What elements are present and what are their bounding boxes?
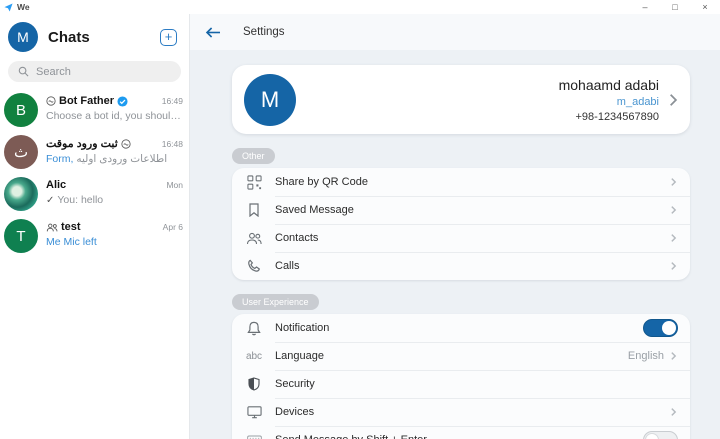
chat-name: ثبت ورود موقت [46, 137, 118, 150]
chevron-right-icon [669, 407, 678, 417]
menu-item-calls[interactable]: Calls [232, 252, 690, 280]
new-chat-button[interactable]: + [160, 29, 177, 46]
menu-item-send-shortcut[interactable]: Send Message by Shift + Enter [232, 426, 690, 439]
settings-panel: Settings M mohaamd adabi m_adabi +98-123… [190, 14, 720, 439]
minimize-button[interactable]: – [630, 0, 660, 14]
chat-name: Bot Father [59, 95, 114, 107]
profile-avatar: M [244, 74, 296, 126]
back-arrow-icon[interactable] [205, 26, 221, 39]
keyboard-icon [245, 435, 263, 439]
window-titlebar: We – □ × [0, 0, 720, 14]
chat-item-test[interactable]: T test Apr 6 Me Mic left [0, 215, 189, 257]
sidebar-header: M Chats + [0, 14, 189, 57]
chat-item-alic[interactable]: Alic Mon ✓You: hello [0, 173, 189, 215]
chats-title: Chats [48, 29, 90, 46]
profile-name: mohaamd adabi [559, 77, 659, 93]
chat-time: 16:49 [162, 96, 183, 106]
settings-header: Settings [190, 14, 720, 50]
verified-icon [117, 96, 128, 107]
paper-plane-icon [4, 3, 13, 12]
close-button[interactable]: × [690, 0, 720, 14]
chevron-right-icon [669, 205, 678, 215]
menu-item-devices[interactable]: Devices [232, 398, 690, 426]
other-section-card: Share by QR Code Saved Message Contacts [232, 168, 690, 280]
abc-icon: abc [245, 351, 263, 362]
profile-phone: +98-1234567890 [559, 111, 659, 123]
menu-item-label: Contacts [275, 232, 318, 244]
search-placeholder: Search [36, 66, 71, 78]
chat-time: 16:48 [162, 139, 183, 149]
menu-item-contacts[interactable]: Contacts [232, 224, 690, 252]
menu-item-label: Share by QR Code [275, 176, 368, 188]
search-input[interactable]: Search [8, 61, 181, 82]
chat-name: test [61, 221, 81, 233]
contacts-icon [245, 232, 263, 245]
chevron-right-icon [668, 93, 678, 107]
message-text: اطلاعات ورودی اولیه [76, 153, 167, 165]
profile-card[interactable]: M mohaamd adabi m_adabi +98-1234567890 [232, 65, 690, 134]
chat-last-message: Me Mic left [46, 236, 183, 248]
avatar: ث [4, 135, 38, 169]
maximize-button[interactable]: □ [660, 0, 690, 14]
chevron-right-icon [669, 233, 678, 243]
chat-name: Alic [46, 179, 66, 191]
monitor-icon [245, 405, 263, 419]
page-title: Settings [243, 26, 285, 38]
menu-item-label: Security [275, 378, 315, 390]
avatar: B [4, 93, 38, 127]
window-controls: – □ × [630, 0, 720, 14]
avatar: T [4, 219, 38, 253]
menu-item-label: Calls [275, 260, 299, 272]
send-shortcut-toggle[interactable] [643, 431, 678, 439]
chat-last-message: ✓You: hello [46, 194, 183, 206]
menu-item-language[interactable]: abc Language English [232, 342, 690, 370]
phone-icon [245, 259, 263, 273]
chat-item-bot-father[interactable]: B Bot Father 16:49 Choose a bot id, you … [0, 89, 189, 131]
menu-item-saved-message[interactable]: Saved Message [232, 196, 690, 224]
user-experience-section-card: Notification abc Language English Securi… [232, 314, 690, 439]
chat-last-message: Choose a bot id, you should select bot w… [46, 110, 183, 122]
language-value: English [628, 350, 664, 362]
menu-item-label: Notification [275, 322, 329, 334]
app-title: We [17, 2, 30, 12]
shield-icon [245, 377, 263, 391]
menu-item-label: Language [275, 350, 324, 362]
menu-item-notification[interactable]: Notification [232, 314, 690, 342]
chat-item-sabt-vorood[interactable]: ث ثبت ورود موقت 16:48 Form, اطلاعات ورود… [0, 131, 189, 173]
bookmark-icon [245, 203, 263, 217]
notification-toggle[interactable] [643, 319, 678, 337]
menu-item-share-qr[interactable]: Share by QR Code [232, 168, 690, 196]
chat-time: Mon [166, 180, 183, 190]
bot-icon [121, 139, 131, 149]
menu-item-security[interactable]: Security [232, 370, 690, 398]
chat-last-message: Form, اطلاعات ورودی اولیه [46, 153, 183, 165]
search-icon [18, 66, 29, 77]
chevron-right-icon [669, 177, 678, 187]
profile-username: m_adabi [559, 96, 659, 108]
my-avatar[interactable]: M [8, 22, 38, 52]
chevron-right-icon [669, 261, 678, 271]
message-text: You: hello [57, 194, 103, 206]
qr-code-icon [245, 175, 263, 190]
menu-item-label: Saved Message [275, 204, 354, 216]
menu-item-label: Send Message by Shift + Enter [275, 434, 427, 439]
bot-icon [46, 96, 56, 106]
menu-item-label: Devices [275, 406, 314, 418]
chevron-right-icon [669, 351, 678, 361]
chat-time: Apr 6 [163, 222, 183, 232]
section-badge-other: Other [232, 148, 275, 164]
avatar-photo [4, 177, 38, 211]
chats-sidebar: M Chats + Search B Bot Father [0, 14, 190, 439]
bell-icon [245, 321, 263, 336]
message-link: Form, [46, 153, 73, 165]
app-brand: We [4, 2, 30, 12]
sent-check-icon: ✓ [46, 195, 54, 206]
group-icon [46, 223, 58, 232]
section-badge-user-experience: User Experience [232, 294, 319, 310]
